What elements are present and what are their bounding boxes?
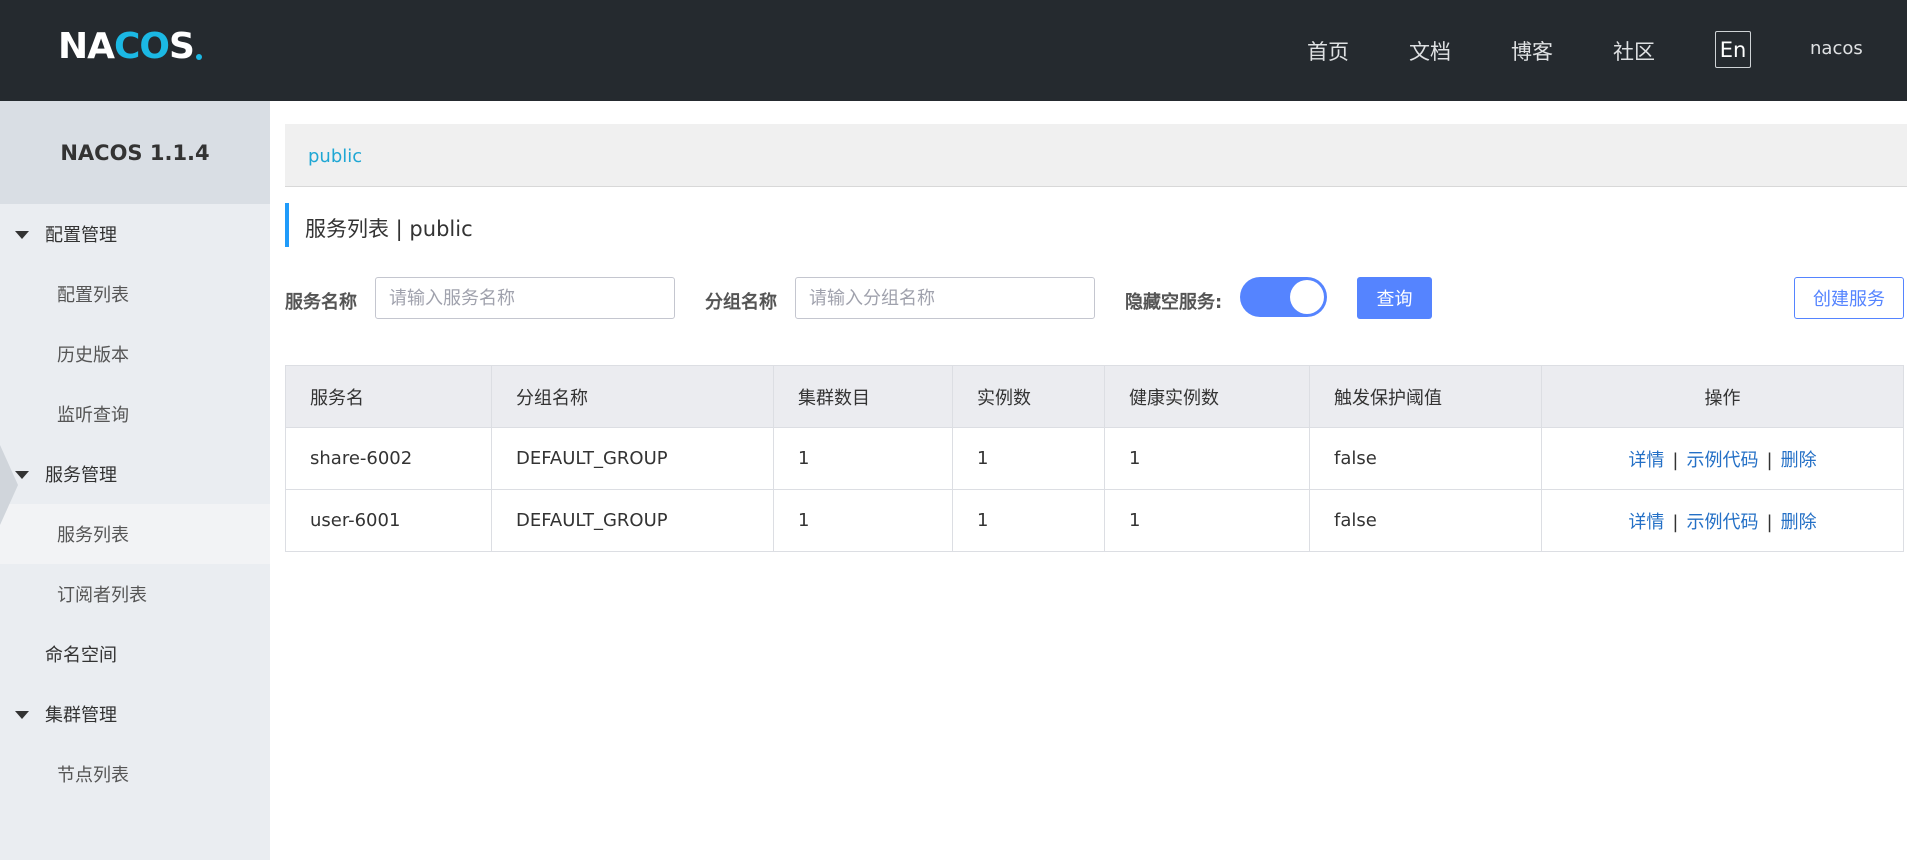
column-header-operations: 操作	[1541, 365, 1904, 428]
column-header-group-name: 分组名称	[491, 365, 774, 428]
namespace-bar: public	[285, 124, 1907, 187]
separator: |	[1766, 511, 1773, 533]
nav-community[interactable]: 社区	[1613, 36, 1655, 66]
separator: |	[1672, 511, 1679, 533]
detail-link[interactable]: 详情	[1628, 512, 1664, 533]
sidebar-collapse-handle[interactable]	[0, 445, 18, 525]
sample-code-link[interactable]: 示例代码	[1687, 512, 1759, 533]
separator: |	[1766, 449, 1773, 471]
user-name[interactable]: nacos	[1810, 38, 1863, 59]
language-switch-button[interactable]: En	[1715, 31, 1751, 68]
nav-blog[interactable]: 博客	[1511, 36, 1553, 66]
page-title-text: 服务列表 | public	[305, 217, 473, 241]
sidebar-item-config-list[interactable]: 配置列表	[0, 264, 270, 324]
group-name-label: 分组名称	[705, 292, 777, 313]
sidebar-item-subscriber-list[interactable]: 订阅者列表	[0, 564, 270, 624]
detail-link[interactable]: 详情	[1628, 450, 1664, 471]
table-row: user-6001 DEFAULT_GROUP 1 1 1 false 详情 | 示…	[285, 489, 1904, 552]
toggle-knob	[1290, 280, 1324, 314]
nacos-logo[interactable]: NACOS	[58, 25, 202, 67]
sample-code-link[interactable]: 示例代码	[1687, 450, 1759, 471]
menu-item-label: 配置列表	[57, 285, 129, 306]
column-header-instance-count: 实例数	[952, 365, 1105, 428]
caret-down-icon	[15, 711, 29, 719]
sidebar-item-history[interactable]: 历史版本	[0, 324, 270, 384]
sidebar-item-node-list[interactable]: 节点列表	[0, 744, 270, 804]
cell-cluster-count: 1	[773, 489, 953, 552]
top-header: NACOS 首页 文档 博客 社区 En nacos	[0, 0, 1907, 101]
cell-protect-threshold: false	[1309, 427, 1542, 490]
table-header-row: 服务名 分组名称 集群数目 实例数 健康实例数 触发保护阈值 操作	[285, 365, 1904, 428]
column-header-healthy-count: 健康实例数	[1104, 365, 1310, 428]
column-header-service-name: 服务名	[285, 365, 492, 428]
cell-protect-threshold: false	[1309, 489, 1542, 552]
cell-operations: 详情 | 示例代码 | 删除	[1541, 427, 1904, 490]
create-service-button[interactable]: 创建服务	[1794, 277, 1904, 319]
logo-dot	[195, 54, 202, 60]
sidebar: NACOS 1.1.4 配置管理 配置列表 历史版本 监听查询 服务管理 服务列…	[0, 101, 270, 860]
query-button[interactable]: 查询	[1357, 277, 1432, 319]
group-name-input[interactable]	[795, 277, 1095, 319]
menu-group-label: 集群管理	[45, 705, 117, 726]
sidebar-item-listener-query[interactable]: 监听查询	[0, 384, 270, 444]
nav-docs[interactable]: 文档	[1409, 36, 1451, 66]
menu-group-label: 配置管理	[45, 225, 117, 246]
menu-item-label: 监听查询	[57, 405, 129, 426]
service-table: 服务名 分组名称 集群数目 实例数 健康实例数 触发保护阈值 操作 share-…	[285, 365, 1904, 552]
cell-service-name: user-6001	[285, 489, 492, 552]
table-row: share-6002 DEFAULT_GROUP 1 1 1 false 详情 |…	[285, 427, 1904, 490]
caret-down-icon	[15, 231, 29, 239]
service-name-input[interactable]	[375, 277, 675, 319]
menu-group-label: 命名空间	[45, 645, 117, 666]
column-header-protect-threshold: 触发保护阈值	[1309, 365, 1542, 428]
hide-empty-label: 隐藏空服务:	[1125, 292, 1223, 313]
menu-item-label: 订阅者列表	[57, 585, 147, 606]
service-name-label: 服务名称	[285, 292, 357, 313]
menu-group-cluster[interactable]: 集群管理	[0, 684, 270, 744]
cell-healthy-count: 1	[1104, 489, 1310, 552]
page-title: 服务列表 | public	[285, 203, 473, 247]
sidebar-version-title: NACOS 1.1.4	[0, 101, 270, 204]
logo-text: NACOS	[58, 25, 195, 67]
cell-group-name: DEFAULT_GROUP	[491, 427, 774, 490]
cell-instance-count: 1	[952, 427, 1105, 490]
cell-instance-count: 1	[952, 489, 1105, 552]
menu-item-label: 服务列表	[57, 525, 129, 546]
menu-item-label: 历史版本	[57, 345, 129, 366]
cell-cluster-count: 1	[773, 427, 953, 490]
nav-home[interactable]: 首页	[1307, 36, 1349, 66]
cell-operations: 详情 | 示例代码 | 删除	[1541, 489, 1904, 552]
delete-link[interactable]: 删除	[1781, 512, 1817, 533]
menu-group-service[interactable]: 服务管理	[0, 444, 270, 504]
delete-link[interactable]: 删除	[1781, 450, 1817, 471]
menu-item-label: 节点列表	[57, 765, 129, 786]
menu-group-config[interactable]: 配置管理	[0, 204, 270, 264]
menu-group-label: 服务管理	[45, 465, 117, 486]
column-header-cluster-count: 集群数目	[773, 365, 953, 428]
cell-group-name: DEFAULT_GROUP	[491, 489, 774, 552]
hide-empty-toggle[interactable]	[1240, 277, 1327, 317]
cell-service-name: share-6002	[285, 427, 492, 490]
sidebar-item-service-list[interactable]: 服务列表	[0, 504, 270, 564]
menu-group-namespace[interactable]: 命名空间	[0, 624, 270, 684]
namespace-public-link[interactable]: public	[308, 146, 362, 167]
separator: |	[1672, 449, 1679, 471]
cell-healthy-count: 1	[1104, 427, 1310, 490]
